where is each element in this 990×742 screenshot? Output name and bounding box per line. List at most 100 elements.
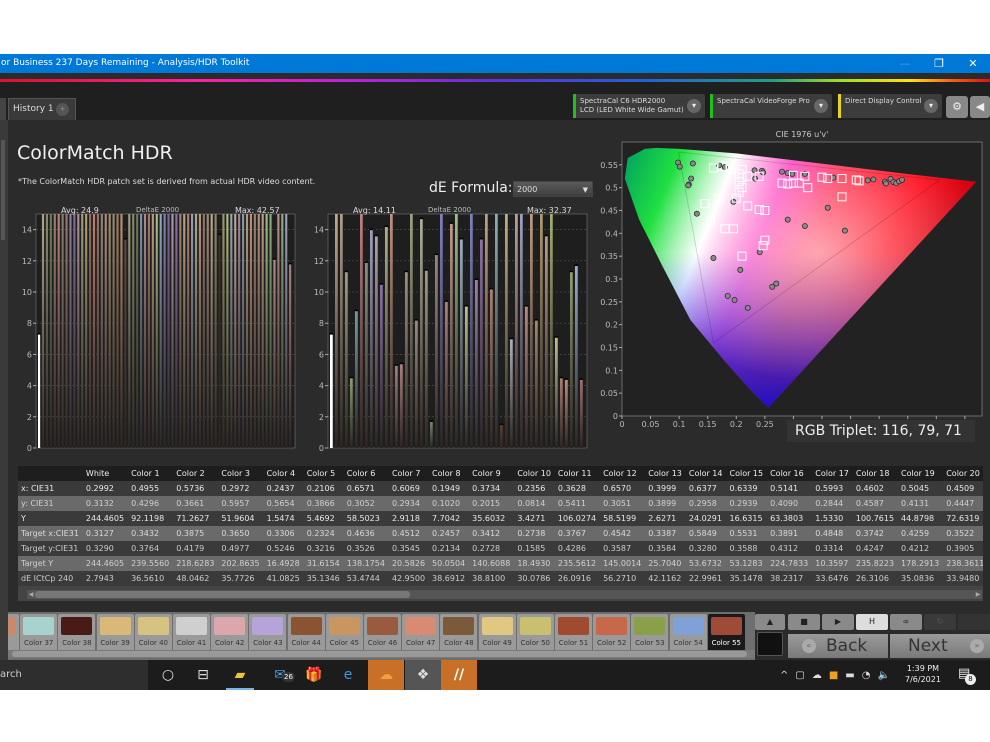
- column-header[interactable]: Color 1: [128, 466, 174, 481]
- column-header[interactable]: Color 3: [218, 466, 264, 481]
- table-cell[interactable]: 0.3522: [943, 526, 983, 541]
- table-cell[interactable]: 0.3387: [645, 526, 686, 541]
- color-swatch[interactable]: Color 48: [440, 614, 478, 652]
- table-cell[interactable]: 178.2913: [898, 556, 944, 571]
- table-cell[interactable]: 0.4636: [343, 526, 389, 541]
- table-cell[interactable]: 0.3891: [767, 526, 813, 541]
- color-swatch[interactable]: Color 42: [211, 614, 249, 652]
- color-swatch[interactable]: Color 51: [555, 614, 592, 652]
- table-cell[interactable]: 63.3803: [767, 511, 813, 526]
- table-cell[interactable]: 1.5474: [263, 511, 304, 526]
- table-cell[interactable]: 0.3587: [600, 541, 646, 556]
- table-cell[interactable]: 0.3216: [303, 541, 344, 556]
- table-cell[interactable]: 5.4692: [303, 511, 344, 526]
- table-cell[interactable]: 26.3106: [852, 571, 899, 586]
- table-cell[interactable]: 0.3132: [82, 496, 129, 511]
- table-cell[interactable]: 53.4744: [343, 571, 389, 586]
- table-cell[interactable]: 0.5957: [218, 496, 264, 511]
- table-cell[interactable]: 0.1949: [429, 481, 470, 496]
- table-cell[interactable]: 33.9480: [943, 571, 983, 586]
- color-swatch[interactable]: Color 45: [325, 614, 363, 652]
- table-cell[interactable]: 0.4286: [554, 541, 601, 556]
- table-cell[interactable]: 0.2958: [685, 496, 727, 511]
- table-cell[interactable]: 0.2106: [303, 481, 344, 496]
- table-cell[interactable]: 0.4848: [812, 526, 853, 541]
- table-cell[interactable]: 0.5531: [726, 526, 768, 541]
- column-header[interactable]: Color 13: [645, 466, 686, 481]
- table-cell[interactable]: 0.6570: [600, 481, 646, 496]
- table-cell[interactable]: 42.1162: [645, 571, 686, 586]
- table-cell[interactable]: 0.3734: [469, 481, 515, 496]
- table-cell[interactable]: 7.7042: [429, 511, 470, 526]
- scrollbar-thumb[interactable]: [1, 140, 5, 240]
- table-cell[interactable]: 224.7833: [767, 556, 813, 571]
- generator-selector[interactable]: SpectraCal VideoForge Pro ▾: [710, 94, 832, 118]
- table-cell[interactable]: 0.5736: [173, 481, 219, 496]
- table-cell[interactable]: 0.3052: [343, 496, 389, 511]
- cortana-icon[interactable]: ○: [150, 660, 186, 690]
- table-cell[interactable]: 2.7943: [82, 571, 129, 586]
- table-cell[interactable]: 0.5411: [554, 496, 601, 511]
- back-button[interactable]: « Back: [788, 634, 888, 658]
- table-cell[interactable]: 0.3412: [469, 526, 515, 541]
- taskbar-search[interactable]: arch: [0, 660, 148, 690]
- scroll-right-icon[interactable]: ▶: [974, 590, 982, 599]
- table-cell[interactable]: 0.3526: [343, 541, 389, 556]
- table-cell[interactable]: 10.3597: [812, 556, 853, 571]
- column-header[interactable]: Color 7: [388, 466, 430, 481]
- volume-icon[interactable]: 🔈: [877, 670, 889, 681]
- table-cell[interactable]: 235.5612: [554, 556, 601, 571]
- column-header[interactable]: Color 18: [852, 466, 899, 481]
- close-button[interactable]: ✕: [956, 54, 990, 73]
- table-cell[interactable]: 0.3314: [812, 541, 853, 556]
- table-cell[interactable]: 238.3611: [943, 556, 983, 571]
- column-header[interactable]: Color 10: [514, 466, 555, 481]
- table-cell[interactable]: 2.9118: [388, 511, 430, 526]
- table-cell[interactable]: 35.6032: [469, 511, 515, 526]
- table-cell[interactable]: 244.4605: [82, 511, 129, 526]
- play-button[interactable]: ▶: [822, 614, 854, 630]
- scroll-left-icon[interactable]: ◀: [27, 590, 35, 599]
- gift-icon[interactable]: 🎁: [296, 660, 332, 690]
- sync-button[interactable]: ↻: [924, 614, 956, 630]
- table-cell[interactable]: 0.4179: [173, 541, 219, 556]
- chevron-down-icon[interactable]: ▾: [814, 99, 828, 113]
- color-swatch[interactable]: Color 53: [631, 614, 669, 652]
- table-cell[interactable]: 92.1198: [128, 511, 174, 526]
- table-cell[interactable]: 140.6088: [469, 556, 515, 571]
- table-scrollbar[interactable]: ◀ ▶: [27, 590, 982, 599]
- color-swatch[interactable]: Color 44: [287, 614, 325, 652]
- table-cell[interactable]: 0.4542: [600, 526, 646, 541]
- table-cell[interactable]: 239.5560: [128, 556, 174, 571]
- table-cell[interactable]: 0.3767: [554, 526, 601, 541]
- chevron-down-icon[interactable]: ▾: [687, 99, 701, 113]
- table-cell[interactable]: 53.1283: [726, 556, 768, 571]
- table-cell[interactable]: 244.4605: [82, 556, 129, 571]
- table-cell[interactable]: 16.6315: [726, 511, 768, 526]
- table-cell[interactable]: 0.3650: [218, 526, 264, 541]
- de-formula-select[interactable]: 2000 ▼: [513, 181, 593, 197]
- table-cell[interactable]: 35.0836: [898, 571, 944, 586]
- table-cell[interactable]: 0.3127: [82, 526, 129, 541]
- column-header[interactable]: Color 14: [685, 466, 727, 481]
- column-header[interactable]: Color 11: [554, 466, 601, 481]
- color-swatch[interactable]: Color 40: [134, 614, 172, 652]
- table-cell[interactable]: 16.4928: [263, 556, 304, 571]
- table-cell[interactable]: 0.3290: [82, 541, 129, 556]
- scrollbar-thumb[interactable]: [12, 651, 747, 657]
- table-cell[interactable]: 0.6571: [343, 481, 389, 496]
- table-cell[interactable]: 0.3280: [685, 541, 727, 556]
- table-cell[interactable]: 145.0014: [600, 556, 646, 571]
- table-cell[interactable]: 0.5654: [263, 496, 304, 511]
- table-cell[interactable]: 0.4090: [767, 496, 813, 511]
- table-cell[interactable]: 56.2710: [600, 571, 646, 586]
- table-cell[interactable]: 0.3899: [645, 496, 686, 511]
- table-cell[interactable]: 0.4259: [898, 526, 944, 541]
- table-cell[interactable]: 71.2627: [173, 511, 219, 526]
- table-cell[interactable]: 0.2738: [514, 526, 555, 541]
- table-cell[interactable]: 0.2972: [218, 481, 264, 496]
- table-cell[interactable]: 0.3628: [554, 481, 601, 496]
- table-cell[interactable]: 0.4447: [943, 496, 983, 511]
- table-cell[interactable]: 0.0814: [514, 496, 555, 511]
- table-cell[interactable]: 218.6283: [173, 556, 219, 571]
